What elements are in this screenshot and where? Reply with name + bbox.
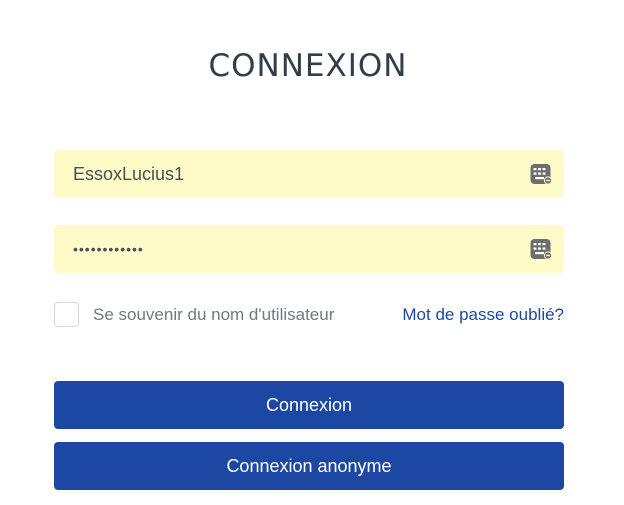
remember-username[interactable]: Se souvenir du nom d'utilisateur (54, 302, 334, 327)
login-button[interactable]: Connexion (54, 381, 564, 429)
forgot-password-link[interactable]: Mot de passe oublié? (402, 305, 564, 325)
page-title: CONNEXION (208, 48, 408, 84)
username-field[interactable] (54, 150, 564, 198)
remember-checkbox[interactable] (54, 302, 79, 327)
keyboard-icon[interactable] (530, 237, 552, 261)
password-input[interactable] (54, 225, 514, 273)
anonymous-login-button[interactable]: Connexion anonyme (54, 442, 564, 490)
remember-label: Se souvenir du nom d'utilisateur (93, 304, 335, 324)
username-input[interactable] (54, 150, 514, 198)
password-field[interactable] (54, 225, 564, 273)
keyboard-icon[interactable] (530, 162, 552, 186)
